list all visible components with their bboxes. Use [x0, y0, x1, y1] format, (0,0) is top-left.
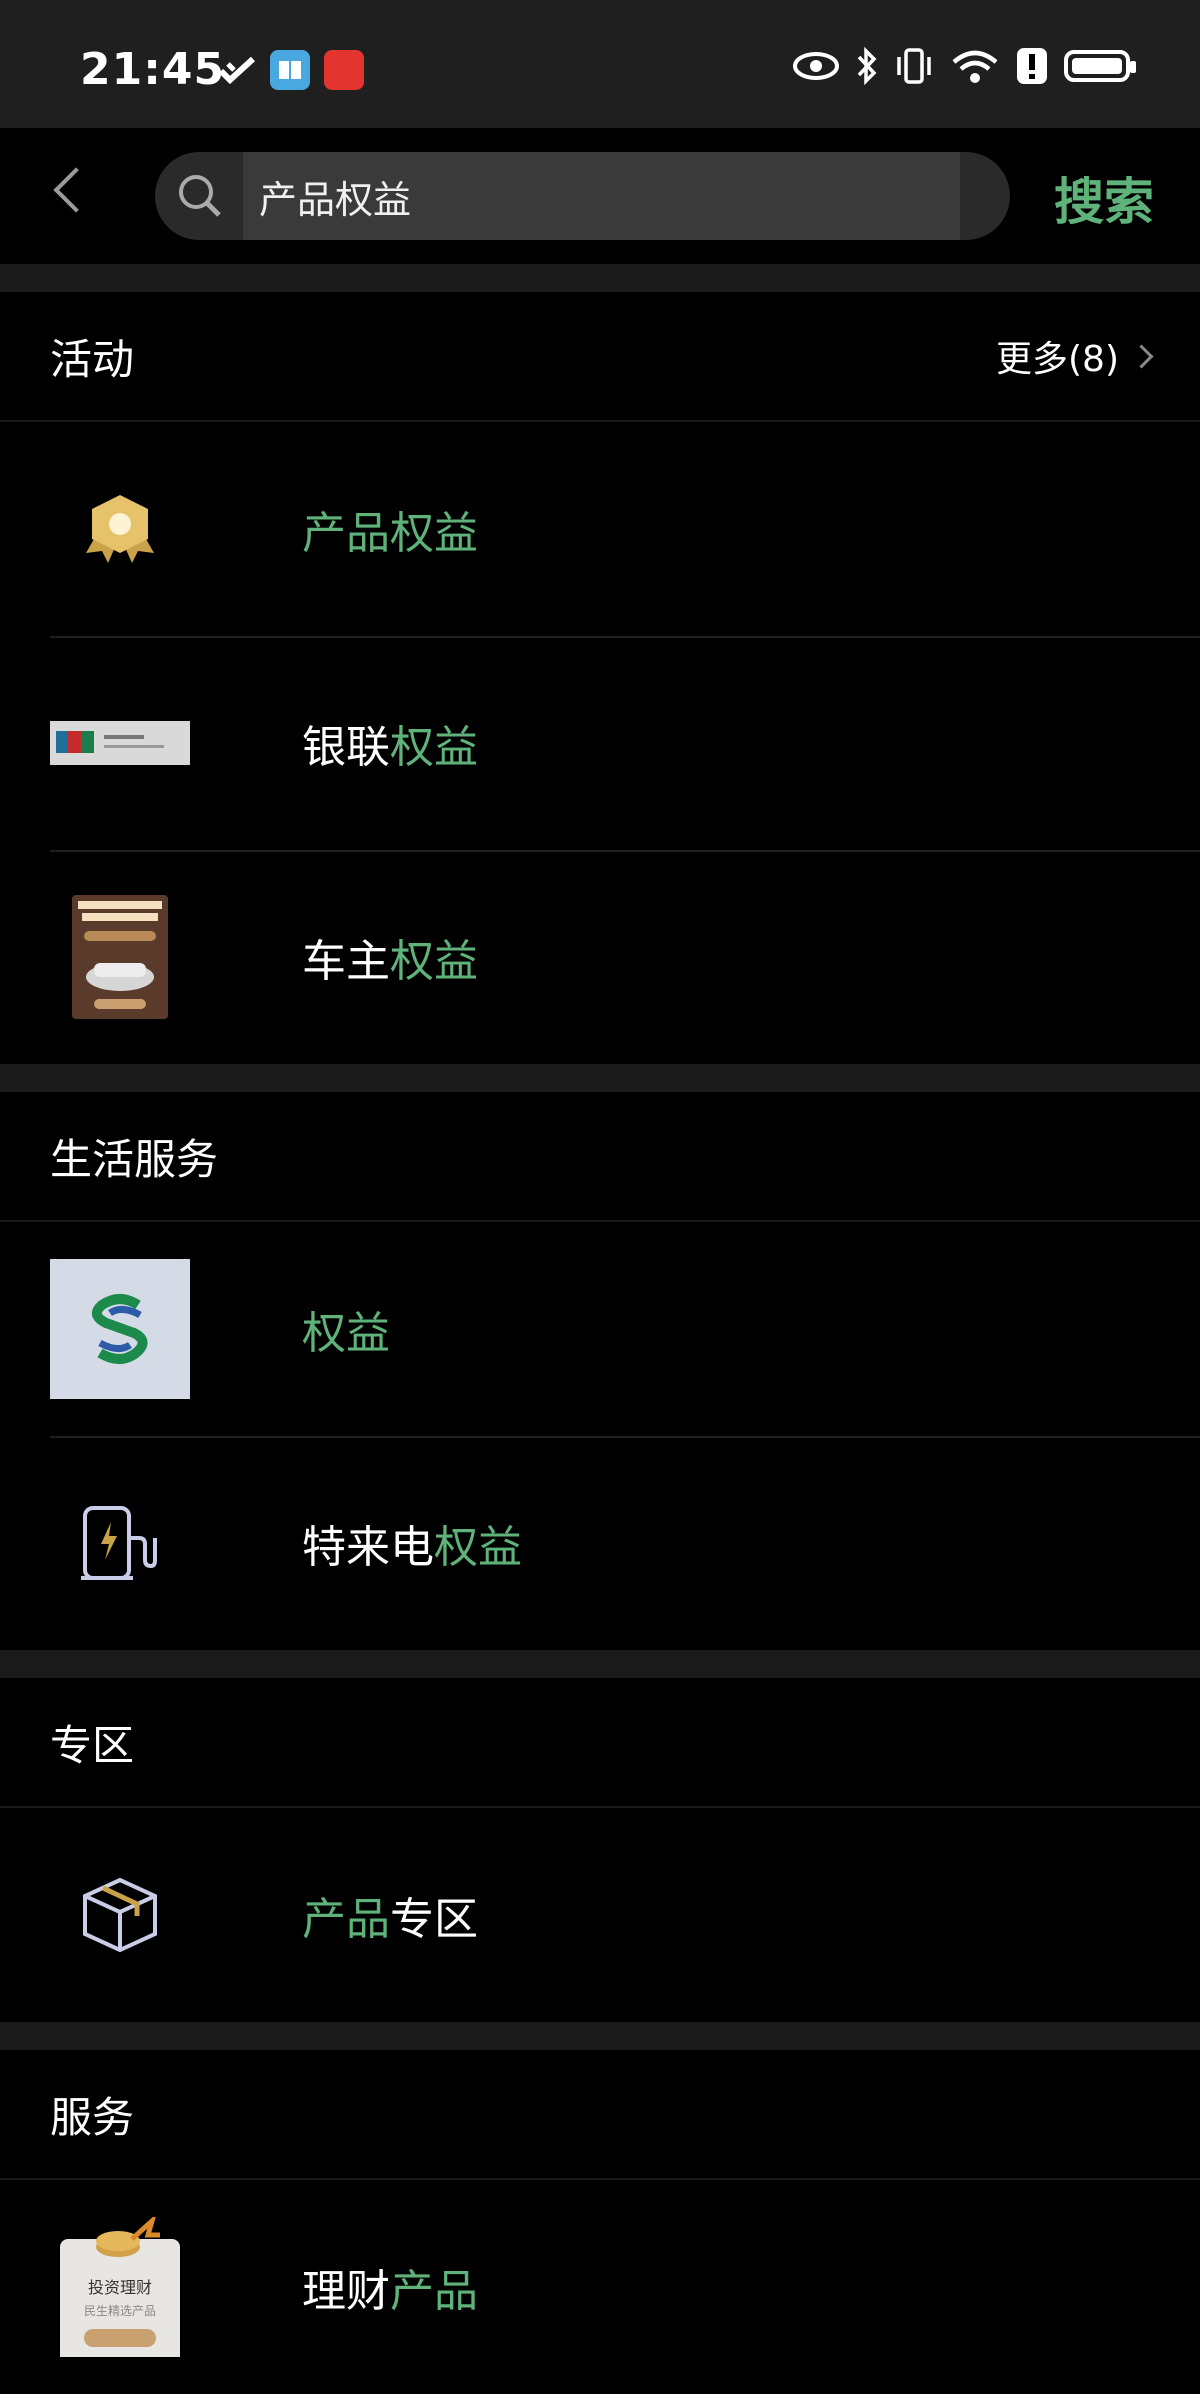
- list-item[interactable]: 产品权益: [0, 422, 1200, 636]
- item-label: 产品权益: [302, 497, 478, 561]
- investment-card-subtitle: 民生精选产品: [84, 2304, 156, 2318]
- label-part: 专区: [390, 1894, 478, 1945]
- label-part: 权益: [390, 722, 478, 773]
- app-check-icon: [218, 56, 256, 85]
- section-divider: [0, 1650, 1200, 1678]
- eye-icon: [793, 52, 839, 80]
- section-zone: 专区 产品专区: [0, 1678, 1200, 2022]
- section-header: 服务: [0, 2050, 1200, 2180]
- label-part: 产品: [302, 1894, 390, 1945]
- bluetooth-icon: [857, 47, 877, 85]
- more-label: 更多(8): [996, 339, 1119, 380]
- status-time: 21:45: [80, 44, 226, 95]
- search-button[interactable]: 搜索: [1054, 162, 1154, 234]
- label-part: 权益: [390, 936, 478, 987]
- search-input[interactable]: 产品权益: [243, 152, 960, 240]
- section-divider: [0, 1064, 1200, 1092]
- item-label: 特来电权益: [302, 1511, 522, 1575]
- item-label: 银联权益: [302, 711, 478, 775]
- wifi-icon: [952, 50, 998, 83]
- unionpay-card-thumbnail: [50, 673, 190, 813]
- section-header: 生活服务: [0, 1092, 1200, 1222]
- medal-icon: [50, 459, 190, 599]
- search-header: 产品权益 搜索: [0, 128, 1200, 264]
- section-title: 服务: [50, 2092, 135, 2142]
- more-link[interactable]: 更多(8): [996, 330, 1154, 382]
- search-box[interactable]: 产品权益: [155, 152, 1010, 240]
- shopping-app-icon: [324, 50, 364, 90]
- item-label: 产品专区: [302, 1883, 478, 1947]
- section-services: 服务 投资理财 民生精选产品 理财产品: [0, 2050, 1200, 2394]
- label-part: 车主: [302, 936, 390, 987]
- section-header: 活动 更多(8): [0, 292, 1200, 422]
- battery-icon: [1064, 50, 1136, 82]
- investment-card-title: 投资理财: [88, 2278, 152, 2297]
- section-divider: [0, 2022, 1200, 2050]
- back-chevron-icon[interactable]: [53, 167, 99, 213]
- section-title: 活动: [50, 334, 135, 384]
- list-item[interactable]: 特来电权益: [0, 1436, 1200, 1650]
- item-label: 理财产品: [302, 2255, 478, 2319]
- section-life-services: 生活服务 权益 特来电权益: [0, 1092, 1200, 1650]
- list-item[interactable]: 产品专区: [0, 1808, 1200, 2022]
- section-activity: 活动 更多(8) 产品权益 银联权益 车主权益: [0, 292, 1200, 1064]
- car-wash-poster-thumbnail: [50, 887, 190, 1027]
- list-item[interactable]: 车主权益: [0, 850, 1200, 1064]
- label-part: 特来电: [302, 1522, 434, 1573]
- label-part: 银联: [302, 722, 390, 773]
- vibrate-icon: [897, 48, 931, 84]
- ev-charger-icon: [50, 1473, 190, 1613]
- search-icon: [179, 175, 221, 217]
- label-part: 权益: [302, 1308, 390, 1359]
- system-status-icons: [792, 46, 1136, 86]
- section-title: 专区: [50, 1720, 135, 1770]
- bank-logo-icon: [50, 1259, 190, 1399]
- section-divider: [0, 264, 1200, 292]
- item-label: 权益: [302, 1297, 390, 1361]
- alert-icon: [1017, 48, 1047, 84]
- chevron-right-icon: [1129, 343, 1154, 369]
- label-part: 产品权益: [302, 508, 478, 559]
- list-item[interactable]: 投资理财 民生精选产品 理财产品: [0, 2180, 1200, 2394]
- label-part: 产品: [390, 2266, 478, 2317]
- investment-card-icon: 投资理财 民生精选产品: [50, 2217, 190, 2357]
- section-title: 生活服务: [50, 1134, 219, 1184]
- label-part: 理财: [302, 2266, 390, 2317]
- section-header: 专区: [0, 1678, 1200, 1808]
- item-label: 车主权益: [302, 925, 478, 989]
- book-app-icon: [270, 50, 310, 90]
- label-part: 权益: [434, 1522, 522, 1573]
- list-item[interactable]: 银联权益: [0, 636, 1200, 850]
- box-icon: [50, 1845, 190, 1985]
- status-bar: 21:45: [0, 0, 1200, 128]
- list-item[interactable]: 权益: [0, 1222, 1200, 1436]
- notification-icons: [218, 50, 364, 90]
